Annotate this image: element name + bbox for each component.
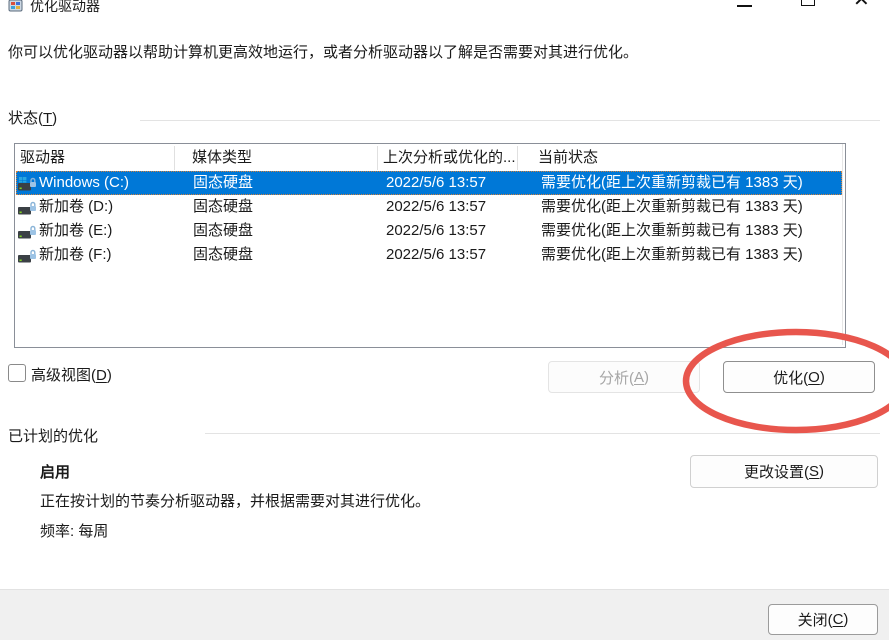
- drive-row-c[interactable]: Windows (C:) 固态硬盘 2022/5/6 13:57 需要优化(距上…: [16, 171, 842, 195]
- cell-status: 需要优化(距上次重新剪裁已有 1383 天): [541, 243, 803, 267]
- column-separator: [174, 146, 175, 170]
- column-header-media-type[interactable]: 媒体类型: [192, 144, 252, 171]
- scheduled-description: 正在按计划的节奏分析驱动器，并根据需要对其进行优化。: [40, 490, 430, 511]
- cell-media-type: 固态硬盘: [193, 219, 253, 243]
- column-separator: [517, 146, 518, 170]
- cell-drive: 新加卷 (F:): [39, 243, 112, 267]
- cell-last-run: 2022/5/6 13:57: [386, 243, 486, 267]
- scheduled-state: 启用: [40, 461, 70, 482]
- drive-row-d[interactable]: 新加卷 (D:) 固态硬盘 2022/5/6 13:57 需要优化(距上次重新剪…: [16, 195, 842, 219]
- drive-icon: [18, 248, 37, 263]
- minimize-icon[interactable]: [737, 5, 752, 7]
- window-title: 优化驱动器: [30, 0, 100, 16]
- optimize-button[interactable]: 优化(O): [723, 361, 875, 393]
- cell-drive: 新加卷 (D:): [39, 195, 113, 219]
- windows-drive-icon: [18, 176, 37, 191]
- cell-status: 需要优化(距上次重新剪裁已有 1383 天): [541, 195, 803, 219]
- drive-row-f[interactable]: 新加卷 (F:) 固态硬盘 2022/5/6 13:57 需要优化(距上次重新剪…: [16, 243, 842, 267]
- cell-drive: 新加卷 (E:): [39, 219, 112, 243]
- column-header-last-run[interactable]: 上次分析或优化的...: [383, 144, 516, 171]
- drive-icon: [18, 224, 37, 239]
- status-section-label: 状态(T): [8, 107, 57, 128]
- column-header-drive[interactable]: 驱动器: [20, 144, 65, 171]
- column-header-current-status[interactable]: 当前状态: [538, 144, 598, 171]
- separator: [140, 120, 880, 121]
- cell-status: 需要优化(距上次重新剪裁已有 1383 天): [541, 171, 803, 195]
- defrag-app-icon: [8, 0, 24, 14]
- cell-status: 需要优化(距上次重新剪裁已有 1383 天): [541, 219, 803, 243]
- cell-media-type: 固态硬盘: [193, 171, 253, 195]
- drives-table: 驱动器 媒体类型 上次分析或优化的... 当前状态 Windows (C:) 固…: [14, 143, 846, 348]
- advanced-view-checkbox[interactable]: [8, 364, 26, 382]
- drive-row-e[interactable]: 新加卷 (E:) 固态硬盘 2022/5/6 13:57 需要优化(距上次重新剪…: [16, 219, 842, 243]
- close-dialog-button[interactable]: 关闭(C): [768, 604, 878, 635]
- cell-drive: Windows (C:): [39, 171, 129, 195]
- dialog-footer: [0, 589, 889, 640]
- analyze-button[interactable]: 分析(A): [548, 361, 700, 393]
- cell-last-run: 2022/5/6 13:57: [386, 171, 486, 195]
- cell-media-type: 固态硬盘: [193, 195, 253, 219]
- column-separator: [377, 146, 378, 170]
- scheduled-section-heading: 已计划的优化: [8, 425, 98, 446]
- column-separator: [842, 144, 843, 345]
- close-icon[interactable]: ✕: [853, 0, 870, 10]
- intro-text: 你可以优化驱动器以帮助计算机更高效地运行，或者分析驱动器以了解是否需要对其进行优…: [8, 41, 638, 62]
- drive-icon: [18, 200, 37, 215]
- advanced-view-label[interactable]: 高级视图(D): [31, 364, 112, 385]
- scheduled-frequency: 频率: 每周: [40, 520, 108, 541]
- change-settings-button[interactable]: 更改设置(S): [690, 455, 878, 488]
- cell-media-type: 固态硬盘: [193, 243, 253, 267]
- cell-last-run: 2022/5/6 13:57: [386, 219, 486, 243]
- cell-last-run: 2022/5/6 13:57: [386, 195, 486, 219]
- maximize-icon[interactable]: [801, 0, 815, 6]
- separator: [205, 433, 880, 434]
